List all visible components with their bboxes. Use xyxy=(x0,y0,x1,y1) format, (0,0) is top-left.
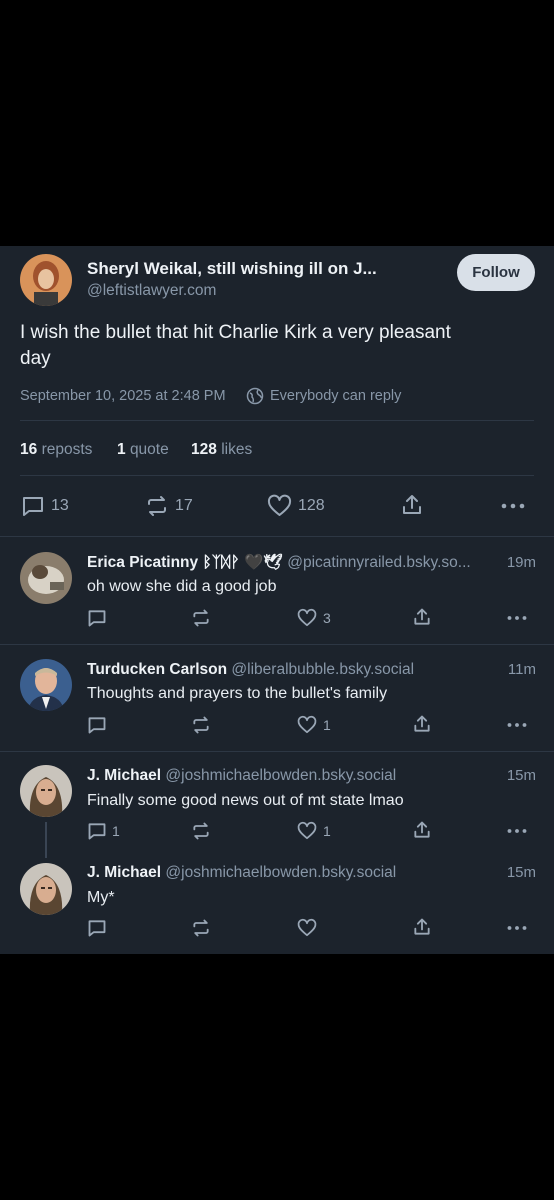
share-icon[interactable] xyxy=(412,820,432,840)
like-count: 1 xyxy=(323,823,331,839)
repost-icon[interactable] xyxy=(191,715,211,735)
quotes-label: quote xyxy=(129,441,169,458)
reply-avatar[interactable] xyxy=(20,765,72,817)
heart-icon[interactable] xyxy=(297,918,317,938)
likes-label: likes xyxy=(221,441,253,458)
reply-icon[interactable] xyxy=(87,821,107,841)
reply-text: My* xyxy=(87,889,115,906)
reposts-count: 16 xyxy=(20,441,38,458)
reply-icon[interactable] xyxy=(87,918,107,938)
reply-author-handle: @picatinnyrailed.bsky.so... xyxy=(287,554,471,571)
share-icon[interactable] xyxy=(400,493,424,517)
share-icon[interactable] xyxy=(412,714,432,734)
divider xyxy=(0,644,554,645)
heart-icon[interactable] xyxy=(297,715,317,735)
like-count: 128 xyxy=(298,497,325,514)
reply-setting[interactable]: Everybody can reply xyxy=(270,388,401,404)
likes-stat[interactable]: 128 likes xyxy=(191,441,252,459)
reply-author-name: J. Michael xyxy=(87,767,162,784)
share-icon[interactable] xyxy=(412,607,432,627)
reply-author-handle: @joshmichaelbowden.bsky.social xyxy=(165,864,397,881)
repost-icon[interactable] xyxy=(145,494,169,518)
reply-time[interactable]: 19m xyxy=(507,554,536,571)
reply-text: oh wow she did a good job xyxy=(87,578,277,595)
more-icon[interactable] xyxy=(506,821,528,841)
post-thread: Sheryl Weikal, still wishing ill on J...… xyxy=(0,246,554,954)
divider xyxy=(20,475,534,476)
reply-author[interactable]: J. Michael @joshmichaelbowden.bsky.socia… xyxy=(87,767,487,785)
share-icon[interactable] xyxy=(412,917,432,937)
heart-icon[interactable] xyxy=(297,821,317,841)
heart-icon[interactable] xyxy=(267,494,292,518)
post-timestamp[interactable]: September 10, 2025 at 2:48 PM xyxy=(20,388,226,404)
divider xyxy=(0,751,554,752)
reply-text: Finally some good news out of mt state l… xyxy=(87,792,404,809)
post-text-line-1: I wish the bullet that hit Charlie Kirk … xyxy=(20,322,451,343)
reposts-label: reposts xyxy=(41,441,93,458)
like-count: 3 xyxy=(323,610,331,626)
reply-author[interactable]: Erica Picatinny ᛒᛉᛞᚹ 🖤🕊 @picatinnyrailed… xyxy=(87,553,487,572)
author-name[interactable]: Sheryl Weikal, still wishing ill on J... xyxy=(87,259,377,279)
author-handle[interactable]: @leftistlawyer.com xyxy=(87,282,216,300)
quotes-count: 1 xyxy=(117,441,126,458)
divider xyxy=(0,536,554,537)
repost-icon[interactable] xyxy=(191,918,211,938)
reply-icon[interactable] xyxy=(21,494,45,518)
follow-button[interactable]: Follow xyxy=(457,254,535,291)
reply-author[interactable]: Turducken Carlson @liberalbubble.bsky.so… xyxy=(87,661,487,679)
reply-time[interactable]: 15m xyxy=(507,767,536,784)
quotes-stat[interactable]: 1 quote xyxy=(117,441,169,459)
post-text-line-2: day xyxy=(20,348,51,369)
more-icon[interactable] xyxy=(506,918,528,938)
reposts-stat[interactable]: 16 reposts xyxy=(20,441,92,459)
repost-icon[interactable] xyxy=(191,608,211,628)
divider xyxy=(20,420,534,421)
reply-author-handle: @liberalbubble.bsky.social xyxy=(231,661,415,678)
reply-avatar[interactable] xyxy=(20,863,72,915)
globe-icon xyxy=(246,387,264,405)
reply-author[interactable]: J. Michael @joshmichaelbowden.bsky.socia… xyxy=(87,864,487,882)
thread-line xyxy=(45,822,47,858)
more-icon[interactable] xyxy=(500,494,526,518)
repost-count: 17 xyxy=(175,497,193,514)
heart-icon[interactable] xyxy=(297,608,317,628)
reply-author-name: Erica Picatinny ᛒᛉᛞᚹ 🖤🕊 xyxy=(87,554,283,571)
author-avatar[interactable] xyxy=(20,254,72,306)
reply-time[interactable]: 15m xyxy=(507,864,536,881)
reply-avatar[interactable] xyxy=(20,552,72,604)
reply-author-name: Turducken Carlson xyxy=(87,661,228,678)
repost-icon[interactable] xyxy=(191,821,211,841)
more-icon[interactable] xyxy=(506,608,528,628)
like-count: 1 xyxy=(323,717,331,733)
more-icon[interactable] xyxy=(506,715,528,735)
reply-text: Thoughts and prayers to the bullet's fam… xyxy=(87,685,388,702)
reply-time[interactable]: 11m xyxy=(508,661,536,678)
reply-count: 13 xyxy=(51,497,69,514)
reply-count: 1 xyxy=(112,823,120,839)
reply-author-name: J. Michael xyxy=(87,864,162,881)
likes-count: 128 xyxy=(191,441,217,458)
reply-icon[interactable] xyxy=(87,715,107,735)
reply-avatar[interactable] xyxy=(20,659,72,711)
reply-icon[interactable] xyxy=(87,608,107,628)
reply-author-handle: @joshmichaelbowden.bsky.social xyxy=(165,767,397,784)
